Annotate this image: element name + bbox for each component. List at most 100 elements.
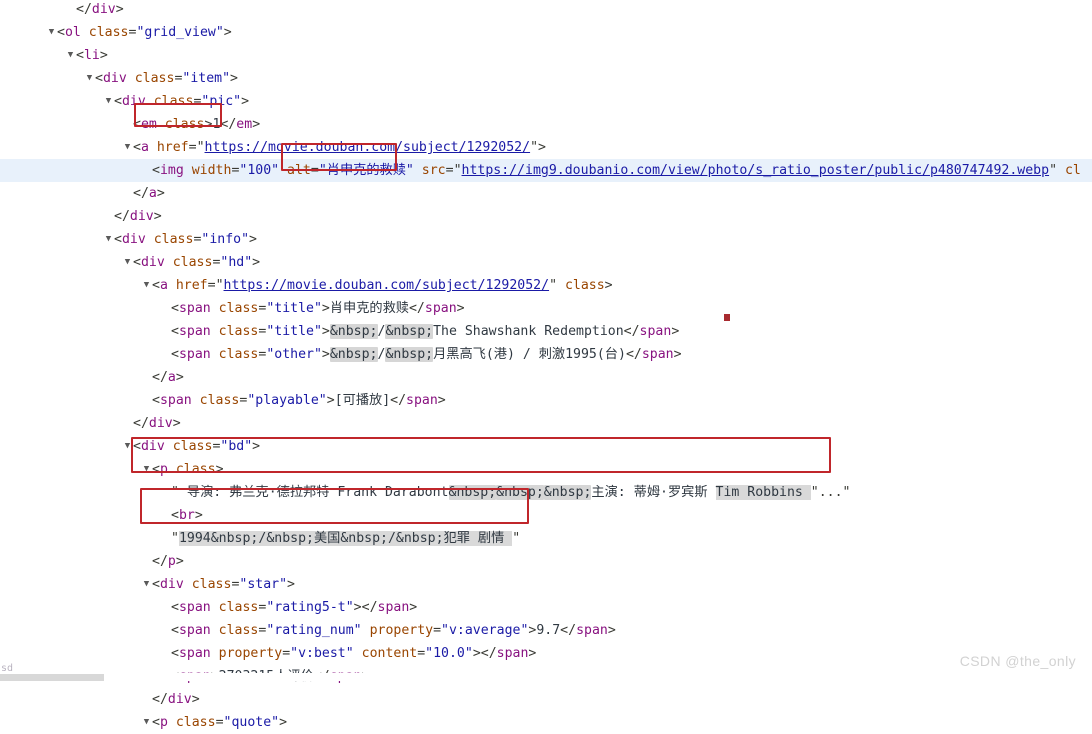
dom-node-row[interactable]: <span class="rating5-t"></span> xyxy=(0,596,1092,619)
dom-node-row[interactable]: ▼ <div class="info"> xyxy=(0,228,1092,251)
attribute-name[interactable]: class xyxy=(154,232,194,247)
attribute-name[interactable]: class xyxy=(219,347,259,362)
attribute-link[interactable]: https://img9.doubanio.com/view/photo/s_r… xyxy=(462,163,1050,178)
horizontal-scrollbar-thumb[interactable] xyxy=(0,674,104,681)
syntax-punctuation: > xyxy=(252,117,261,132)
attribute-name[interactable]: alt xyxy=(287,163,311,178)
dom-node-row[interactable]: " 导演: 弗兰克·德拉邦特 Frank Darabont&nbsp;&nbsp… xyxy=(0,481,1092,504)
attribute-value[interactable]: "rating_num" xyxy=(266,623,361,638)
dom-node-row[interactable]: <span class="rating_num" property="v:ave… xyxy=(0,619,1092,642)
syntax-punctuation xyxy=(165,439,173,454)
attribute-value[interactable]: "v:average" xyxy=(441,623,528,638)
dom-tree-panel[interactable]: </div> ▼ <ol class="grid_view"> ▼ <li> ▼ <div … xyxy=(0,0,1092,730)
syntax-punctuation: = xyxy=(282,646,291,661)
attribute-name[interactable]: property xyxy=(370,623,434,638)
dom-node-row[interactable]: <span class="playable">[可播放]</span> xyxy=(0,389,1092,412)
attribute-name[interactable]: class xyxy=(135,71,175,86)
attribute-name[interactable]: class xyxy=(219,600,259,615)
attribute-name[interactable]: width xyxy=(192,163,232,178)
disclosure-triangle-expanded-icon[interactable]: ▼ xyxy=(122,435,133,458)
dom-node-row[interactable]: </a> xyxy=(0,182,1092,205)
attribute-value[interactable]: "title" xyxy=(266,324,322,339)
dom-node-row[interactable]: <span class="title">肖申克的救赎</span> xyxy=(0,297,1092,320)
attribute-value[interactable]: "star" xyxy=(239,577,287,592)
dom-node-row[interactable]: <em class>1</em> xyxy=(0,113,1092,136)
disclosure-triangle-expanded-icon[interactable]: ▼ xyxy=(122,136,133,159)
tag-name: li xyxy=(83,48,100,63)
disclosure-triangle-expanded-icon[interactable]: ▼ xyxy=(103,228,114,251)
disclosure-triangle-expanded-icon[interactable]: ▼ xyxy=(141,573,152,596)
attribute-name[interactable]: href xyxy=(176,278,208,293)
dom-node-row[interactable]: </div> xyxy=(0,205,1092,228)
disclosure-triangle-expanded-icon[interactable]: ▼ xyxy=(103,90,114,113)
attribute-name[interactable]: class xyxy=(219,301,259,316)
attribute-value[interactable]: "hd" xyxy=(220,255,252,270)
attribute-name[interactable]: class xyxy=(173,439,213,454)
attribute-name[interactable]: class xyxy=(165,117,205,132)
attribute-value[interactable]: "playable" xyxy=(247,393,326,408)
attribute-value[interactable]: "pic" xyxy=(201,94,241,109)
attribute-value[interactable]: "v:best" xyxy=(290,646,354,661)
dom-node-row[interactable]: <br> xyxy=(0,504,1092,527)
disclosure-triangle-expanded-icon[interactable]: ▼ xyxy=(46,21,57,44)
attribute-value[interactable]: "rating5-t" xyxy=(266,600,353,615)
syntax-punctuation: = xyxy=(433,623,442,638)
syntax-punctuation: " xyxy=(196,140,205,155)
attribute-name[interactable]: content xyxy=(362,646,418,661)
dom-node-row[interactable]: ▼ <p class> xyxy=(0,458,1092,481)
attribute-name[interactable]: class xyxy=(154,94,194,109)
tag-name: br xyxy=(178,508,195,523)
disclosure-triangle-expanded-icon[interactable]: ▼ xyxy=(141,711,152,734)
attribute-value[interactable]: "10.0" xyxy=(425,646,473,661)
dom-node-row[interactable]: ▼ <div class="pic"> xyxy=(0,90,1092,113)
attribute-value[interactable]: "item" xyxy=(182,71,230,86)
dom-node-row[interactable]: <span property="v:best" content="10.0"><… xyxy=(0,642,1092,665)
dom-node-row[interactable]: <span class="title">&nbsp;/&nbsp;The Sha… xyxy=(0,320,1092,343)
dom-node-row[interactable]: </div> xyxy=(0,688,1092,711)
dom-node-row[interactable]: ▼ <ol class="grid_view"> xyxy=(0,21,1092,44)
attribute-name[interactable]: class xyxy=(176,715,216,730)
dom-node-row[interactable]: ▼ <a href="https://movie.douban.com/subje… xyxy=(0,274,1092,297)
attribute-name[interactable]: cl xyxy=(1065,163,1081,178)
dom-node-row[interactable]: </a> xyxy=(0,366,1092,389)
dom-node-row[interactable]: ▼ <div class="item"> xyxy=(0,67,1092,90)
disclosure-triangle-expanded-icon[interactable]: ▼ xyxy=(141,274,152,297)
attribute-name[interactable]: class xyxy=(219,324,259,339)
attribute-value[interactable]: "肖申克的救赎" xyxy=(319,163,414,178)
attribute-value[interactable]: "info" xyxy=(201,232,249,247)
dom-node-row[interactable]: ▼ <a href="https://movie.douban.com/subje… xyxy=(0,136,1092,159)
attribute-name[interactable]: property xyxy=(219,646,283,661)
attribute-name[interactable]: class xyxy=(200,393,240,408)
dom-node-row[interactable]: "1994&nbsp;/&nbsp;美国&nbsp;/&nbsp;犯罪 剧情 " xyxy=(0,527,1092,550)
dom-node-row[interactable]: ▼ <li> xyxy=(0,44,1092,67)
disclosure-triangle-expanded-icon[interactable]: ▼ xyxy=(65,44,76,67)
attribute-value[interactable]: "bd" xyxy=(220,439,252,454)
attribute-name[interactable]: href xyxy=(157,140,189,155)
dom-node-row[interactable]: <span class="other">&nbsp;/&nbsp;月黑高飞(港)… xyxy=(0,343,1092,366)
attribute-name[interactable]: class xyxy=(89,25,129,40)
dom-node-row[interactable]: <img width="100" alt="肖申克的救赎" src="https… xyxy=(0,159,1092,182)
disclosure-triangle-expanded-icon[interactable]: ▼ xyxy=(84,67,95,90)
dom-node-row[interactable]: ▼ <div class="bd"> xyxy=(0,435,1092,458)
dom-node-row[interactable]: </p> xyxy=(0,550,1092,573)
attribute-name[interactable]: class xyxy=(176,462,216,477)
dom-node-row[interactable]: ▼ <div class="star"> xyxy=(0,573,1092,596)
dom-node-row[interactable]: </div> xyxy=(0,0,1092,21)
attribute-name[interactable]: class xyxy=(192,577,232,592)
attribute-value[interactable]: "100" xyxy=(239,163,279,178)
dom-node-row[interactable]: ▼ <div class="hd"> xyxy=(0,251,1092,274)
attribute-value[interactable]: "grid_view" xyxy=(136,25,223,40)
attribute-name[interactable]: class xyxy=(173,255,213,270)
attribute-name[interactable]: class xyxy=(565,278,605,293)
dom-node-row[interactable]: </div> xyxy=(0,412,1092,435)
attribute-name[interactable]: src xyxy=(422,163,446,178)
disclosure-triangle-expanded-icon[interactable]: ▼ xyxy=(141,458,152,481)
disclosure-triangle-expanded-icon[interactable]: ▼ xyxy=(122,251,133,274)
attribute-name[interactable]: class xyxy=(219,623,259,638)
attribute-value[interactable]: "title" xyxy=(266,301,322,316)
attribute-value[interactable]: "other" xyxy=(266,347,322,362)
attribute-link[interactable]: https://movie.douban.com/subject/1292052… xyxy=(205,140,531,155)
attribute-link[interactable]: https://movie.douban.com/subject/1292052… xyxy=(224,278,550,293)
dom-node-row[interactable]: ▼ <p class="quote"> xyxy=(0,711,1092,734)
attribute-value[interactable]: "quote" xyxy=(224,715,280,730)
